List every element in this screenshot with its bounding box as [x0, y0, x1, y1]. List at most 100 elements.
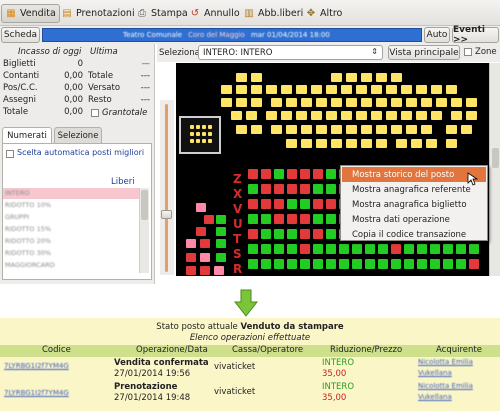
seat[interactable] [196, 125, 200, 129]
seat[interactable] [313, 259, 323, 269]
list-item[interactable]: RIDOTTO 10% [5, 201, 137, 211]
seat[interactable] [346, 125, 357, 134]
seat[interactable] [391, 73, 402, 82]
seat[interactable] [261, 184, 271, 194]
seat[interactable] [274, 199, 284, 209]
seat[interactable] [451, 98, 462, 107]
auto-button[interactable]: Auto [424, 27, 450, 43]
seat[interactable] [331, 125, 342, 134]
seat[interactable] [376, 125, 387, 134]
seat[interactable] [378, 244, 388, 254]
seat[interactable] [313, 229, 323, 239]
seat[interactable] [313, 184, 323, 194]
seat[interactable] [281, 111, 292, 120]
seat[interactable] [274, 214, 284, 224]
seat[interactable] [281, 85, 292, 94]
row-acquirente-link[interactable]: Nicolotta Emilia [418, 382, 473, 390]
eventi-button[interactable]: Eventi >> [452, 25, 499, 45]
abb-liberi-button[interactable]: ▥ Abb.liberi [240, 4, 306, 23]
seat[interactable] [316, 139, 327, 148]
seat[interactable] [251, 73, 262, 82]
seat[interactable] [202, 125, 206, 129]
row-code-link[interactable]: 7LYRBG1I2f7YM4G [4, 362, 69, 370]
event-selector-field[interactable]: Teatro Comunale Coro del Maggio mar 01/0… [42, 28, 422, 42]
seat[interactable] [248, 229, 258, 239]
seat[interactable] [456, 244, 466, 254]
seat[interactable] [202, 139, 206, 143]
seat[interactable] [200, 266, 210, 275]
seat[interactable] [301, 139, 312, 148]
vendita-button[interactable]: ▦ Vendita [1, 4, 60, 23]
row-acquirente-link[interactable]: Vukellana [418, 393, 452, 401]
seat[interactable] [331, 98, 342, 107]
seat[interactable] [261, 214, 271, 224]
seat[interactable] [361, 125, 372, 134]
list-scrollbar[interactable] [139, 188, 149, 273]
seat[interactable] [300, 184, 310, 194]
seat[interactable] [326, 169, 336, 179]
seat[interactable] [208, 132, 212, 136]
tab-numerati[interactable]: Numerati [2, 127, 52, 143]
seat[interactable] [231, 111, 242, 120]
seat[interactable] [378, 259, 388, 269]
seat[interactable] [274, 169, 284, 179]
prenotazioni-button[interactable]: ▤ Prenotazioni [58, 4, 138, 23]
seat[interactable] [356, 85, 367, 94]
seat[interactable] [248, 259, 258, 269]
seat[interactable] [246, 111, 257, 120]
seat[interactable] [331, 139, 342, 148]
seat[interactable] [446, 139, 457, 148]
seat[interactable] [186, 266, 196, 275]
seat[interactable] [261, 244, 271, 254]
seat[interactable] [248, 169, 258, 179]
seat[interactable] [300, 199, 310, 209]
seat[interactable] [417, 244, 427, 254]
seat[interactable] [401, 111, 412, 120]
seat[interactable] [208, 139, 212, 143]
seat[interactable] [204, 215, 214, 224]
menu-item-anagrafica-biglietto[interactable]: Mostra anagrafica biglietto [342, 197, 486, 212]
seat[interactable] [286, 98, 297, 107]
list-item[interactable]: GRUPPI [5, 213, 137, 223]
auto-select-checkbox[interactable] [6, 150, 14, 158]
seat[interactable] [466, 98, 477, 107]
seat[interactable] [361, 73, 372, 82]
stampa-button[interactable]: ⎙ Stampa [133, 4, 191, 23]
zoom-slider-handle[interactable] [161, 210, 172, 219]
seat[interactable] [461, 125, 472, 134]
seat[interactable] [391, 244, 401, 254]
seat[interactable] [376, 98, 387, 107]
seat[interactable] [316, 98, 327, 107]
zone-checkbox[interactable] [464, 48, 472, 56]
seat[interactable] [236, 98, 247, 107]
seat[interactable] [316, 125, 327, 134]
row-acquirente-link[interactable]: Nicolotta Emilia [418, 358, 473, 366]
menu-item-anagrafica-referente[interactable]: Mostra anagrafica referente [342, 182, 486, 197]
seat[interactable] [404, 259, 414, 269]
seat[interactable] [266, 111, 277, 120]
seat[interactable] [286, 139, 297, 148]
row-acquirente-link[interactable]: Vukellana [418, 369, 452, 377]
seat[interactable] [371, 85, 382, 94]
seat[interactable] [286, 125, 297, 134]
seat[interactable] [416, 111, 427, 120]
seat[interactable] [466, 111, 477, 120]
seat[interactable] [216, 239, 226, 248]
seat[interactable] [361, 139, 372, 148]
seat[interactable] [469, 259, 479, 269]
seat[interactable] [216, 215, 226, 224]
seat[interactable] [186, 253, 196, 262]
seat[interactable] [406, 98, 417, 107]
seat[interactable] [416, 85, 427, 94]
seat[interactable] [376, 139, 387, 148]
list-item[interactable]: MAGGIORCARD [5, 261, 137, 271]
seat[interactable] [200, 253, 210, 262]
seat[interactable] [221, 85, 232, 94]
seat[interactable] [361, 98, 372, 107]
seat[interactable] [326, 259, 336, 269]
seat[interactable] [326, 85, 337, 94]
seat[interactable] [352, 259, 362, 269]
seat[interactable] [248, 214, 258, 224]
list-item[interactable]: RIDOTTO 30% [5, 249, 137, 259]
seat[interactable] [469, 244, 479, 254]
